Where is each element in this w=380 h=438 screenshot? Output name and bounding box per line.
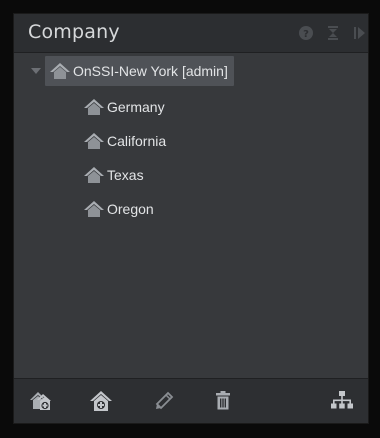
house-icon [84, 133, 104, 149]
tree-node-label: Germany [107, 99, 165, 115]
company-panel: Company ? OnSSI-New York [admin] Germany… [13, 13, 369, 424]
tree-node-california[interactable]: California [83, 126, 166, 156]
tree-node-label: Oregon [107, 201, 154, 217]
help-icon[interactable]: ? [298, 25, 314, 41]
edit-button[interactable] [150, 387, 178, 415]
hierarchy-icon [331, 391, 353, 409]
tree-node-germany[interactable]: Germany [83, 92, 165, 122]
bottom-toolbar [14, 378, 368, 423]
add-sites-icon [30, 392, 51, 410]
tree-node-texas[interactable]: Texas [83, 160, 144, 190]
house-icon [84, 201, 104, 217]
add-sites-button[interactable] [28, 387, 56, 415]
hierarchy-button[interactable] [328, 387, 356, 415]
tree-node-oregon[interactable]: Oregon [83, 194, 154, 224]
svg-text:?: ? [303, 29, 309, 40]
panel-header: Company ? [14, 14, 368, 53]
collapse-icon[interactable] [325, 25, 341, 41]
house-icon [50, 63, 70, 79]
house-icon [84, 167, 104, 183]
tree-node-root[interactable]: OnSSI-New York [admin] [45, 56, 234, 86]
delete-button[interactable] [209, 387, 237, 415]
edit-icon [155, 391, 174, 410]
tree-node-label: California [107, 133, 167, 149]
tree-node-label: Texas [107, 167, 144, 183]
house-icon [84, 99, 104, 115]
panel-title: Company [28, 21, 120, 43]
undock-icon[interactable] [352, 25, 368, 41]
header-icons: ? [298, 24, 368, 42]
tree-node-label: OnSSI-New York [admin] [73, 63, 228, 79]
expand-arrow-icon[interactable] [31, 68, 41, 74]
add-site-button[interactable] [87, 387, 115, 415]
delete-icon [216, 391, 230, 410]
add-site-icon [90, 391, 112, 411]
